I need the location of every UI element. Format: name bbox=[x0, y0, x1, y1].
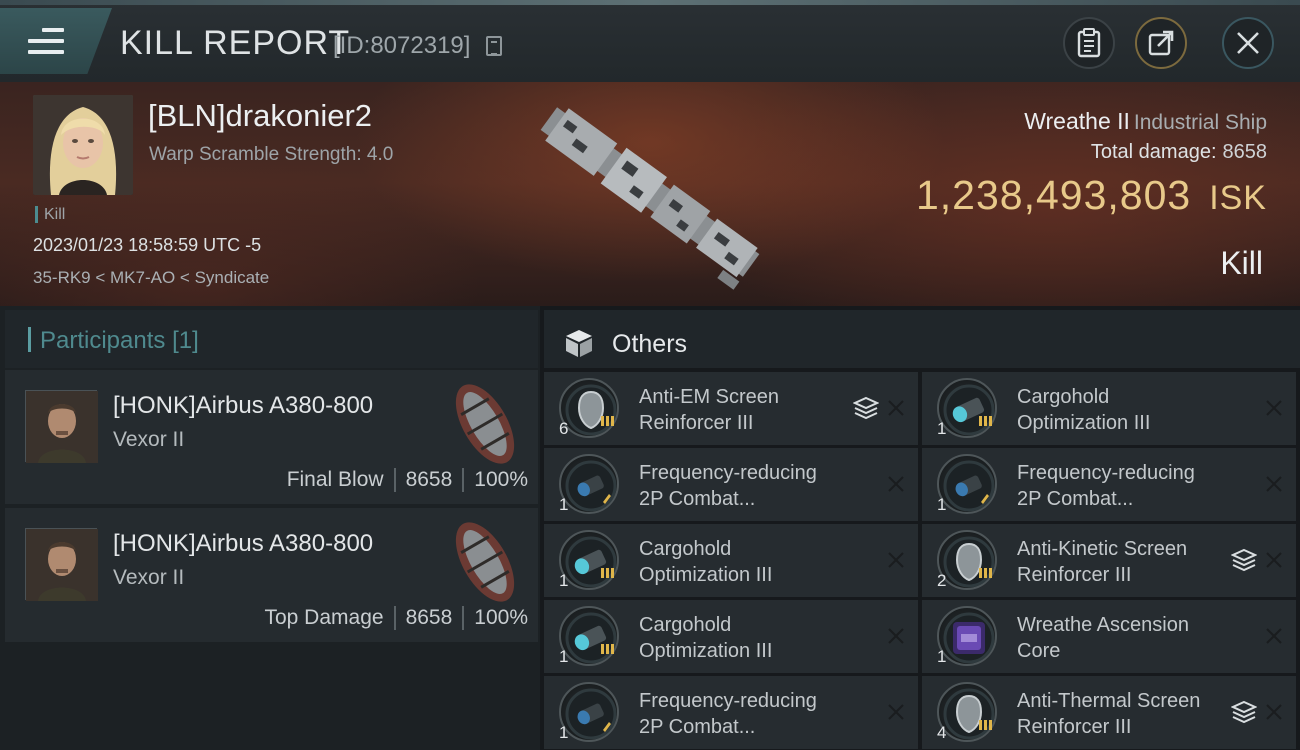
close-icon[interactable] bbox=[1264, 398, 1284, 418]
divider bbox=[393, 606, 396, 630]
page-title: KILL REPORT bbox=[120, 24, 351, 62]
others-item[interactable]: 1 Wreathe Ascension Core bbox=[922, 600, 1296, 673]
item-quantity: 1 bbox=[559, 495, 569, 514]
item-name: Anti-Thermal Screen Reinforcer III bbox=[1017, 690, 1201, 738]
others-item[interactable]: 1 Cargohold Optimization III bbox=[544, 524, 918, 597]
close-icon[interactable] bbox=[886, 474, 906, 494]
others-item[interactable]: 1 Cargohold Optimization III bbox=[544, 600, 918, 673]
stack-icon[interactable] bbox=[1231, 547, 1257, 573]
stack-icon[interactable] bbox=[853, 395, 879, 421]
isk-unit: ISK bbox=[1209, 179, 1267, 217]
item-quantity: 6 bbox=[559, 419, 569, 438]
participant-role: Top Damage bbox=[264, 606, 384, 629]
ship-name: Wreathe II bbox=[1024, 108, 1130, 134]
item-quantity: 1 bbox=[937, 495, 947, 514]
participant-damage: 8658 bbox=[405, 468, 453, 491]
item-name: Frequency-reducing 2P Combat... bbox=[639, 462, 817, 510]
share-icon bbox=[1148, 30, 1174, 56]
participant-stats: Final Blow 8658 100% bbox=[287, 468, 528, 492]
copy-icon[interactable] bbox=[486, 36, 502, 56]
item-name: Frequency-reducing 2P Combat... bbox=[639, 690, 817, 738]
kill-timestamp: 2023/01/23 18:58:59 UTC -5 bbox=[33, 235, 262, 255]
kill-location[interactable]: 35-RK9 < MK7-AO < Syndicate bbox=[33, 268, 269, 288]
cube-icon bbox=[566, 330, 592, 357]
clipboard-button[interactable] bbox=[1063, 17, 1115, 69]
participant-role: Final Blow bbox=[286, 468, 384, 491]
close-icon bbox=[1237, 32, 1259, 54]
participant-percent: 100% bbox=[474, 468, 528, 491]
participant-name: [HONK]Airbus A380-800 bbox=[113, 392, 374, 419]
report-type-tag: Kill bbox=[35, 206, 65, 223]
participant-percent: 100% bbox=[474, 606, 528, 629]
item-name: Frequency-reducing 2P Combat... bbox=[1017, 462, 1195, 510]
item-name: Cargohold Optimization III bbox=[639, 538, 773, 586]
others-title: Others bbox=[612, 330, 688, 358]
item-quantity: 1 bbox=[559, 647, 569, 666]
close-icon[interactable] bbox=[886, 626, 906, 646]
participants-title: Participants [1] bbox=[28, 327, 199, 355]
item-quantity: 4 bbox=[937, 723, 947, 742]
close-icon[interactable] bbox=[886, 398, 906, 418]
share-button[interactable] bbox=[1135, 17, 1187, 69]
close-icon[interactable] bbox=[1264, 626, 1284, 646]
total-damage: Total damage: 8658 bbox=[1091, 141, 1267, 164]
isk-amount: 1,238,493,803 bbox=[915, 172, 1192, 218]
participant-card[interactable]: [HONK]Airbus A380-800 Vexor II Top Damag… bbox=[5, 508, 538, 642]
participant-damage: 8658 bbox=[405, 606, 453, 629]
close-button[interactable] bbox=[1222, 17, 1274, 69]
others-item[interactable]: 6 Anti-EM Screen Reinforcer III bbox=[544, 372, 918, 445]
participant-ship-image[interactable] bbox=[445, 374, 525, 474]
menu-icon bbox=[28, 28, 64, 56]
outcome-label: Kill bbox=[1220, 245, 1263, 281]
close-icon[interactable] bbox=[1264, 474, 1284, 494]
participant-card[interactable]: [HONK]Airbus A380-800 Vexor II Final Blo… bbox=[5, 370, 538, 504]
item-name: Anti-Kinetic Screen Reinforcer III bbox=[1017, 538, 1188, 586]
participant-ship: Vexor II bbox=[113, 566, 185, 589]
item-quantity: 1 bbox=[559, 571, 569, 590]
close-icon[interactable] bbox=[886, 550, 906, 570]
stack-icon[interactable] bbox=[1231, 699, 1257, 725]
others-item[interactable]: 1 Frequency-reducing 2P Combat... bbox=[544, 448, 918, 521]
others-item[interactable]: 1 Frequency-reducing 2P Combat... bbox=[544, 676, 918, 749]
participant-stats: Top Damage 8658 100% bbox=[264, 606, 528, 630]
divider bbox=[462, 468, 465, 492]
close-icon[interactable] bbox=[886, 702, 906, 722]
victim-ship[interactable]: Wreathe II Industrial Ship bbox=[1024, 108, 1267, 135]
close-icon[interactable] bbox=[1264, 550, 1284, 570]
item-quantity: 2 bbox=[937, 571, 947, 590]
isk-value: 1,238,493,803 ISK bbox=[916, 172, 1267, 219]
participant-avatar[interactable] bbox=[25, 390, 98, 463]
close-icon[interactable] bbox=[1264, 702, 1284, 722]
item-name: Cargohold Optimization III bbox=[639, 614, 773, 662]
total-damage-value: 8658 bbox=[1222, 141, 1268, 163]
participant-avatar[interactable] bbox=[25, 528, 98, 601]
participant-ship: Vexor II bbox=[113, 428, 185, 451]
item-quantity: 1 bbox=[559, 723, 569, 742]
ship-class: Industrial Ship bbox=[1133, 111, 1267, 134]
report-id: [ID:8072319] bbox=[333, 32, 471, 59]
participants-count: [1] bbox=[172, 327, 199, 354]
others-item[interactable]: 1 Cargohold Optimization III bbox=[922, 372, 1296, 445]
item-quantity: 1 bbox=[937, 647, 947, 666]
divider bbox=[462, 606, 465, 630]
participant-ship-image[interactable] bbox=[445, 512, 525, 612]
victim-portrait[interactable] bbox=[33, 95, 133, 195]
item-quantity: 1 bbox=[937, 419, 947, 438]
participant-name: [HONK]Airbus A380-800 bbox=[113, 530, 374, 557]
item-name: Anti-EM Screen Reinforcer III bbox=[639, 386, 780, 434]
clipboard-icon bbox=[1077, 28, 1101, 58]
item-name: Wreathe Ascension Core bbox=[1017, 614, 1189, 662]
others-item[interactable]: 2 Anti-Kinetic Screen Reinforcer III bbox=[922, 524, 1296, 597]
victim-ship-image[interactable] bbox=[515, 92, 785, 292]
others-item[interactable]: 1 Frequency-reducing 2P Combat... bbox=[922, 448, 1296, 521]
divider bbox=[393, 468, 396, 492]
others-item[interactable]: 4 Anti-Thermal Screen Reinforcer III bbox=[922, 676, 1296, 749]
warp-scramble-strength: Warp Scramble Strength: 4.0 bbox=[149, 144, 394, 165]
total-damage-label: Total damage: bbox=[1090, 141, 1217, 163]
item-name: Cargohold Optimization III bbox=[1017, 386, 1151, 434]
victim-name[interactable]: [BLN]drakonier2 bbox=[148, 98, 372, 134]
